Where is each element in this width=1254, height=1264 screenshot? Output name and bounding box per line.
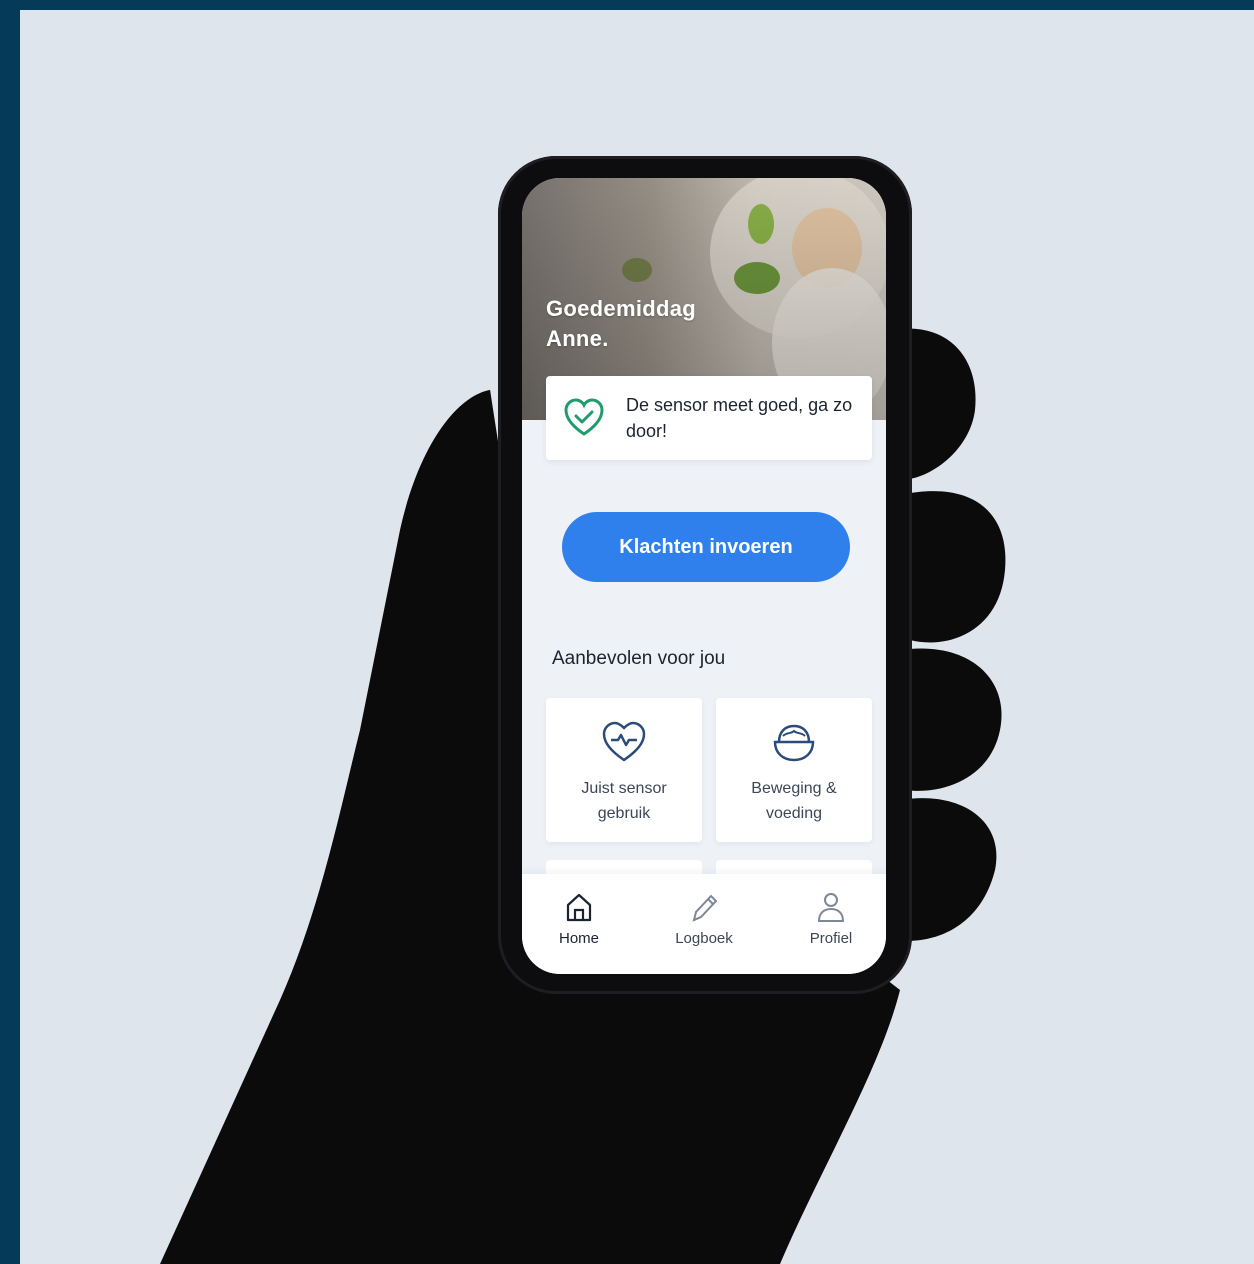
phone-screen: Goedemiddag Anne. De sensor meet goed, g… [522,178,886,974]
greeting-line1: Goedemiddag [546,296,696,321]
complaints-button[interactable]: Klachten invoeren [562,512,850,582]
recommended-tile-sensor[interactable]: Juist sensor gebruik [546,698,702,842]
tab-label: Home [558,930,599,947]
home-icon [566,893,592,922]
tab-home[interactable]: Home [524,890,634,947]
food-bowl-icon [773,724,815,762]
person-icon [817,893,845,922]
tab-profile[interactable]: Profiel [776,890,886,947]
recommended-tile-lifestyle[interactable]: Beweging & voeding [716,698,872,842]
greeting-text: Goedemiddag Anne. [546,294,696,354]
sensor-status-card: De sensor meet goed, ga zo door! [546,376,872,460]
tab-logbook[interactable]: Logboek [649,890,759,947]
greeting-name: Anne. [546,326,609,351]
phone-frame: Goedemiddag Anne. De sensor meet goed, g… [498,156,912,994]
heart-pulse-icon [602,721,646,762]
tab-label: Profiel [809,930,853,947]
tab-label: Logboek [675,930,733,947]
background-stage: Goedemiddag Anne. De sensor meet goed, g… [20,10,1254,1264]
pencil-icon [692,894,718,922]
recommended-tile-label: Beweging & voeding [751,780,837,822]
sensor-status-text: De sensor meet goed, ga zo door! [626,395,853,441]
bottom-tab-bar: Home Logboek Profiel [522,874,886,974]
recommended-tile-label: Juist sensor gebruik [581,780,667,822]
recommended-title: Aanbevolen voor jou [552,648,726,669]
heart-check-icon [564,398,604,436]
